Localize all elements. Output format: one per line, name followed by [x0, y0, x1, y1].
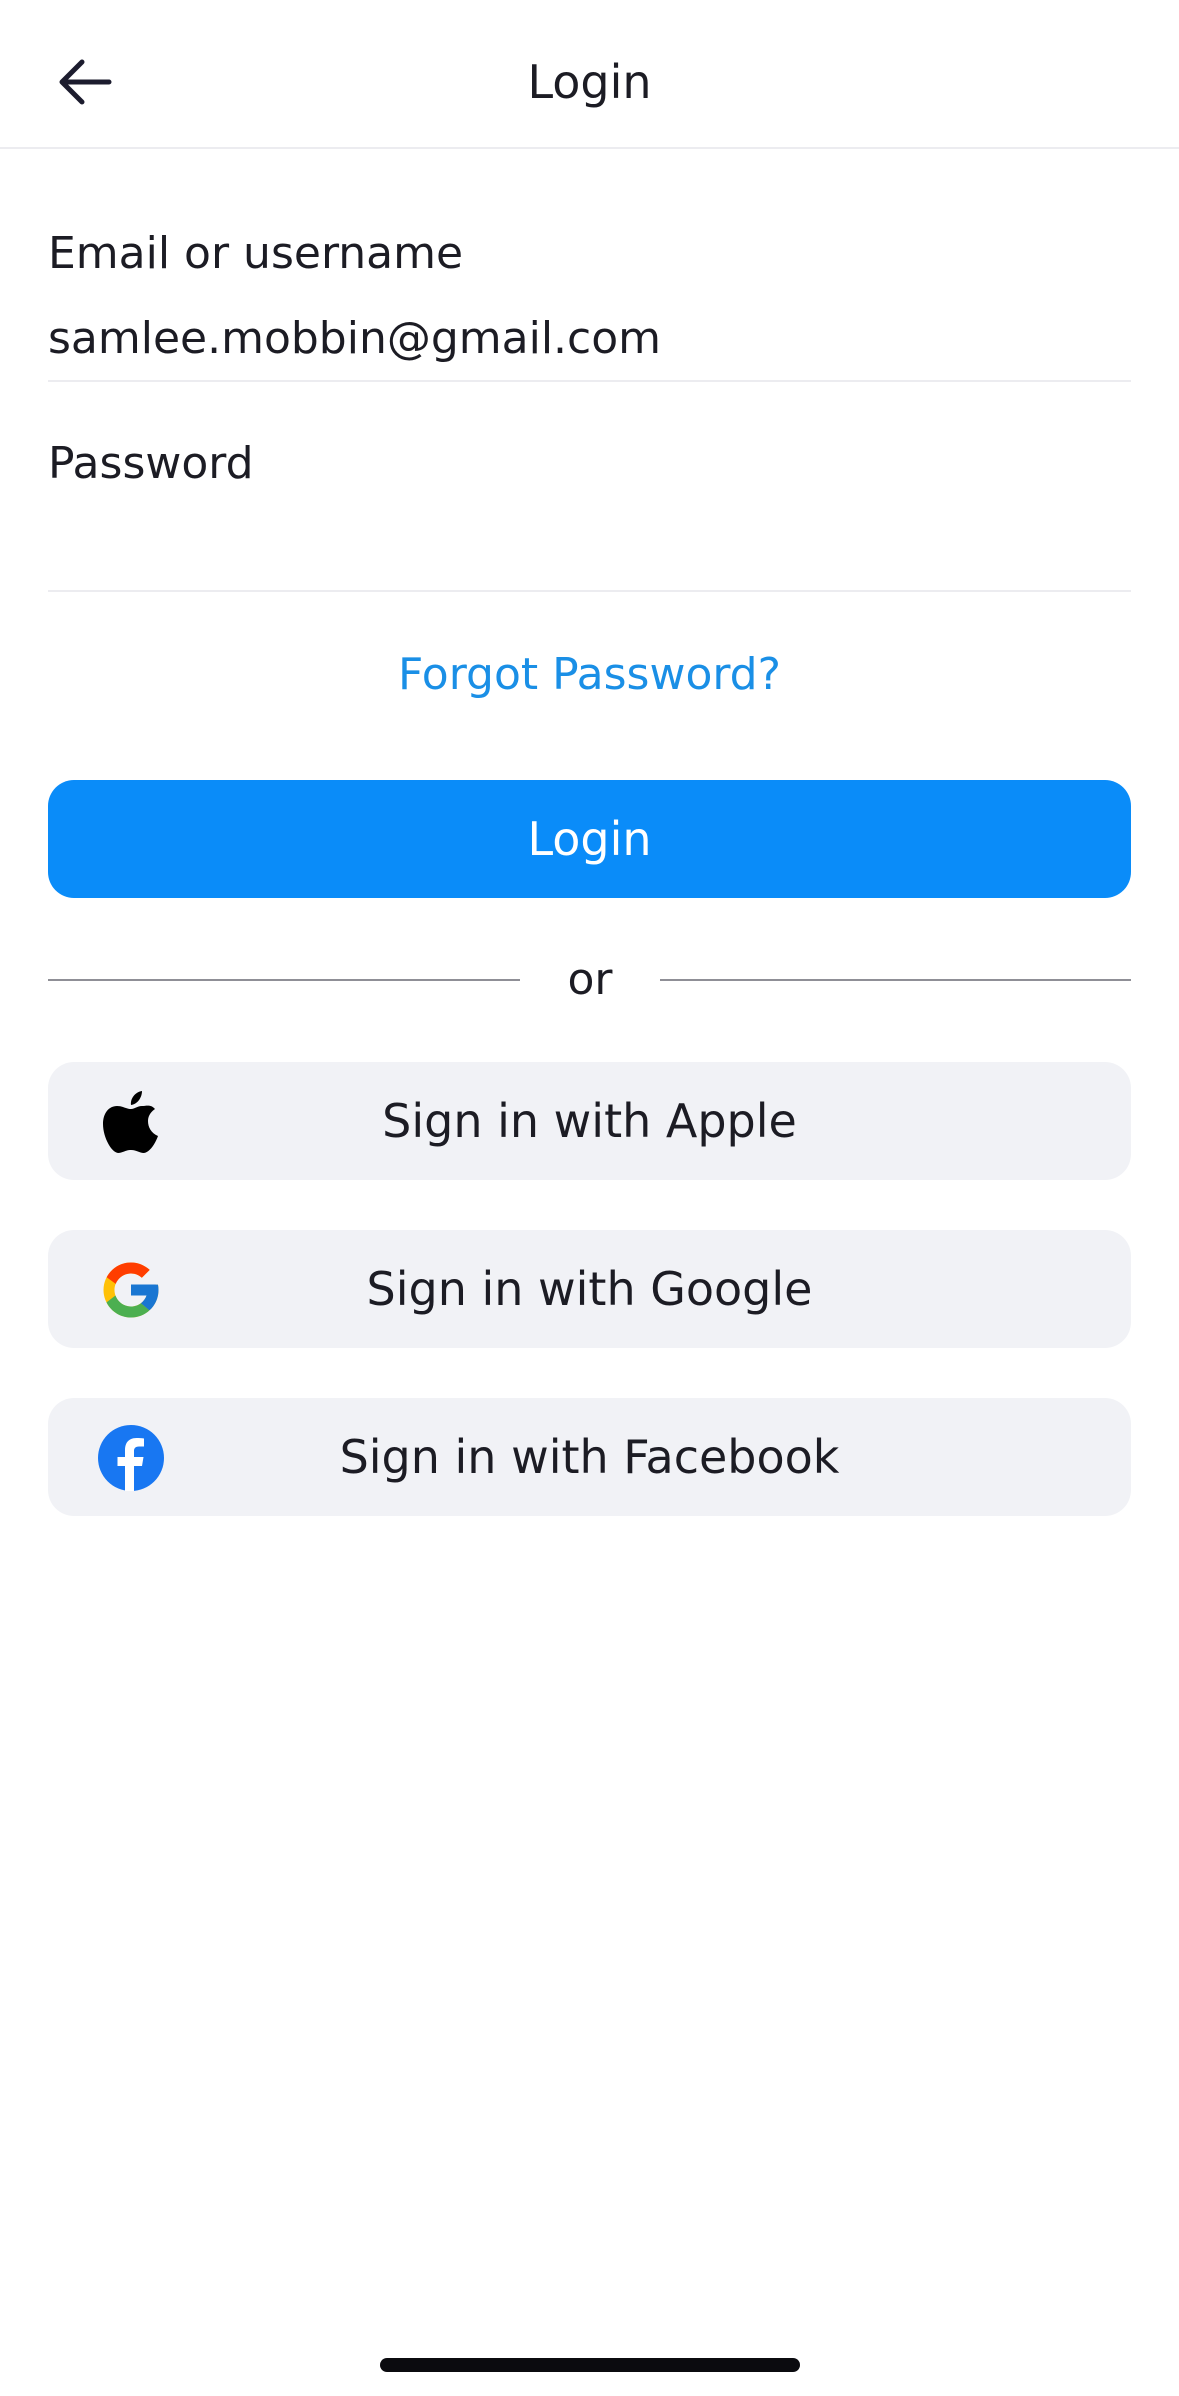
password-input[interactable]	[48, 516, 1131, 580]
sign-in-apple-label: Sign in with Apple	[382, 1094, 797, 1148]
email-input[interactable]	[48, 306, 1131, 370]
password-field: Password	[48, 430, 1131, 592]
email-label: Email or username	[48, 228, 464, 279]
sign-in-apple-button[interactable]: Sign in with Apple	[48, 1062, 1131, 1180]
login-screen: Login Email or username Password Forgot …	[0, 0, 1179, 2396]
divider-text: or	[567, 954, 613, 1005]
sign-in-facebook-button[interactable]: Sign in with Facebook	[48, 1398, 1131, 1516]
sign-in-facebook-label: Sign in with Facebook	[339, 1430, 840, 1484]
sign-in-google-label: Sign in with Google	[366, 1262, 813, 1316]
password-label: Password	[48, 438, 254, 489]
divider-line-right	[660, 979, 1131, 981]
forgot-password-link[interactable]: Forgot Password?	[0, 640, 1179, 710]
sign-in-google-button[interactable]: Sign in with Google	[48, 1230, 1131, 1348]
home-indicator	[380, 2358, 800, 2372]
email-field: Email or username	[48, 220, 1131, 382]
header: Login	[0, 0, 1179, 149]
page-title: Login	[527, 55, 652, 109]
divider-line-left	[48, 979, 520, 981]
login-button[interactable]: Login	[48, 780, 1131, 898]
